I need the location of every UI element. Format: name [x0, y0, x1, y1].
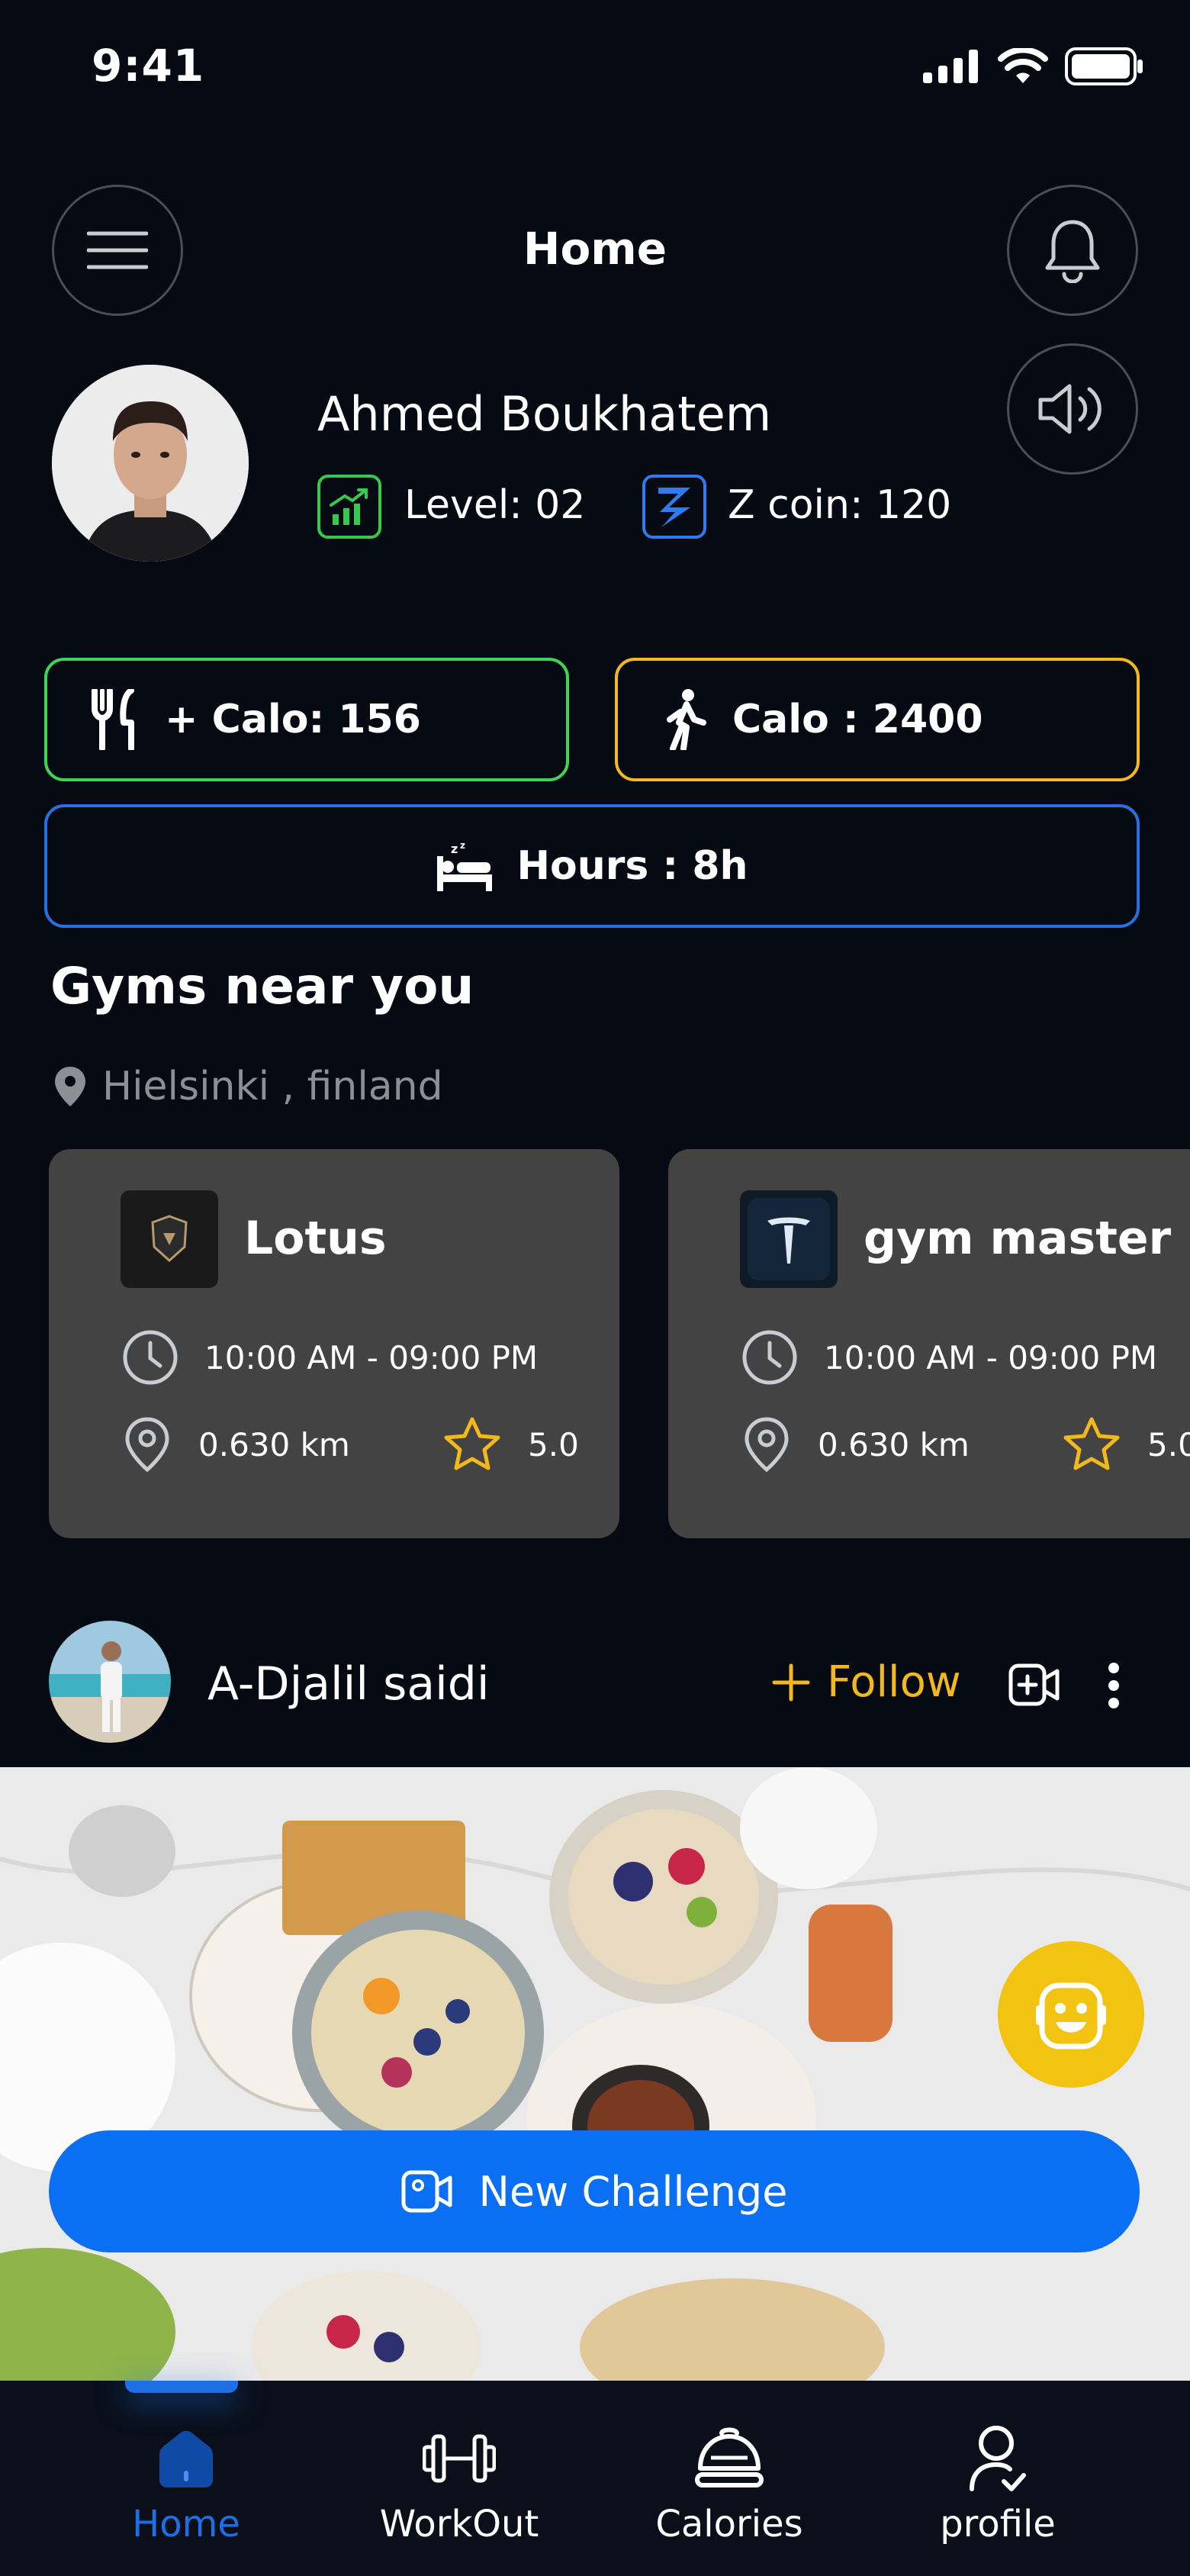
sleep-hours-value: Hours : 8h — [516, 843, 748, 889]
calories-intake-card[interactable]: + Calo: 156 — [44, 658, 569, 781]
more-vertical-icon — [1108, 1663, 1119, 1708]
post-user-avatar[interactable] — [49, 1621, 171, 1743]
sleep-hours-card[interactable]: z z Hours : 8h — [44, 804, 1140, 928]
nav-item-workout[interactable]: WorkOut — [345, 2381, 574, 2576]
post-user-name[interactable]: A-Djalil saidi — [207, 1657, 490, 1711]
nav-label-profile: profile — [940, 2503, 1056, 2545]
user-level: Level: 02 — [404, 482, 586, 528]
gym-rating-text: 5.0 — [528, 1425, 579, 1463]
user-avatar[interactable] — [52, 365, 249, 562]
new-challenge-button[interactable]: New Challenge — [49, 2130, 1140, 2252]
gym-card[interactable]: Lotus 10:00 AM - 09:00 PM 0.630 km 5.0 — [49, 1149, 619, 1538]
user-coins: Z coin: 120 — [728, 482, 952, 528]
dumbbell-icon — [423, 2434, 496, 2483]
calories-burned-card[interactable]: Calo : 2400 — [615, 658, 1140, 781]
status-time: 9:41 — [92, 40, 205, 92]
star-icon — [1063, 1417, 1120, 1470]
gym-hours: 10:00 AM - 09:00 PM — [122, 1329, 538, 1386]
svg-text:z: z — [451, 842, 458, 856]
gym-rating-text: 5.0 — [1147, 1425, 1190, 1463]
bottom-navigation: Home WorkOut Calories profile — [0, 2381, 1190, 2576]
plus-icon — [772, 1663, 810, 1701]
nav-label-home: Home — [132, 2503, 240, 2545]
gym-card[interactable]: gym master 10:00 AM - 09:00 PM 0.630 km … — [668, 1149, 1190, 1538]
sleep-bed-icon: z z — [437, 840, 493, 891]
wifi-icon — [998, 48, 1048, 83]
gym-distance-text: 0.630 km — [198, 1425, 350, 1463]
user-name: Ahmed Boukhatem — [317, 386, 772, 442]
coin-badge — [642, 475, 706, 539]
battery-icon — [1065, 47, 1143, 85]
gym-logo — [740, 1190, 838, 1288]
home-icon — [159, 2430, 213, 2487]
sound-button[interactable] — [1007, 343, 1138, 475]
gym-hours: 10:00 AM - 09:00 PM — [741, 1329, 1157, 1386]
clock-icon — [123, 1330, 178, 1385]
more-options-button[interactable] — [1103, 1662, 1124, 1712]
user-check-icon — [970, 2426, 1026, 2491]
location-selector[interactable]: Hielsinki , finland — [53, 1064, 443, 1109]
star-icon — [444, 1417, 500, 1470]
speaker-icon — [1038, 384, 1102, 434]
status-icons — [923, 47, 1144, 85]
cellular-signal-icon — [923, 50, 978, 83]
new-challenge-label: New Challenge — [478, 2167, 788, 2216]
gym-logo — [121, 1190, 218, 1288]
nav-label-calories: Calories — [655, 2503, 803, 2545]
calories-intake-value: + Calo: 156 — [165, 697, 421, 742]
assistant-bot-button[interactable] — [998, 1941, 1144, 2088]
gym-rating: 5.0 — [1062, 1416, 1190, 1473]
food-photo — [0, 1767, 1190, 2381]
post-image[interactable] — [0, 1767, 1190, 2381]
video-plus-icon — [1008, 1663, 1060, 1706]
gyms-section-title: Gyms near you — [50, 957, 474, 1016]
robot-face-icon — [1036, 1982, 1106, 2050]
gym-name: Lotus — [244, 1212, 387, 1265]
follow-label: Follow — [827, 1657, 961, 1707]
nav-item-home[interactable]: Home — [72, 2381, 301, 2576]
nav-item-profile[interactable]: profile — [883, 2381, 1112, 2576]
gym-name: gym master — [864, 1212, 1172, 1265]
location-pin-outline-icon — [745, 1417, 789, 1473]
level-badge — [317, 475, 381, 539]
location-pin-outline-icon — [125, 1417, 169, 1473]
gym-rating: 5.0 — [442, 1416, 579, 1473]
post-user-photo — [49, 1621, 171, 1743]
nav-item-calories[interactable]: Calories — [615, 2381, 844, 2576]
gym-distance: 0.630 km — [741, 1416, 970, 1473]
gym-hours-text: 10:00 AM - 09:00 PM — [824, 1338, 1158, 1377]
location-pin-icon — [55, 1067, 85, 1106]
user-portrait — [52, 365, 249, 562]
level-chart-icon — [330, 488, 368, 525]
fork-knife-icon — [92, 689, 134, 750]
nav-label-workout: WorkOut — [379, 2503, 539, 2545]
svg-text:z: z — [460, 840, 465, 851]
gym-hours-text: 10:00 AM - 09:00 PM — [204, 1338, 539, 1377]
gym-distance-text: 0.630 km — [818, 1425, 970, 1463]
gym-distance: 0.630 km — [122, 1416, 350, 1473]
z-coin-icon — [658, 488, 690, 527]
clock-icon — [742, 1330, 797, 1385]
walking-person-icon — [667, 689, 706, 750]
bell-icon — [1045, 220, 1100, 283]
video-camera-icon — [401, 2170, 452, 2213]
video-call-button[interactable] — [1008, 1663, 1060, 1709]
location-text: Hielsinki , finland — [102, 1064, 443, 1109]
notifications-button[interactable] — [1007, 185, 1138, 316]
calories-burned-value: Calo : 2400 — [732, 697, 983, 742]
follow-button[interactable]: Follow — [772, 1657, 961, 1707]
food-cloche-icon — [695, 2427, 764, 2487]
